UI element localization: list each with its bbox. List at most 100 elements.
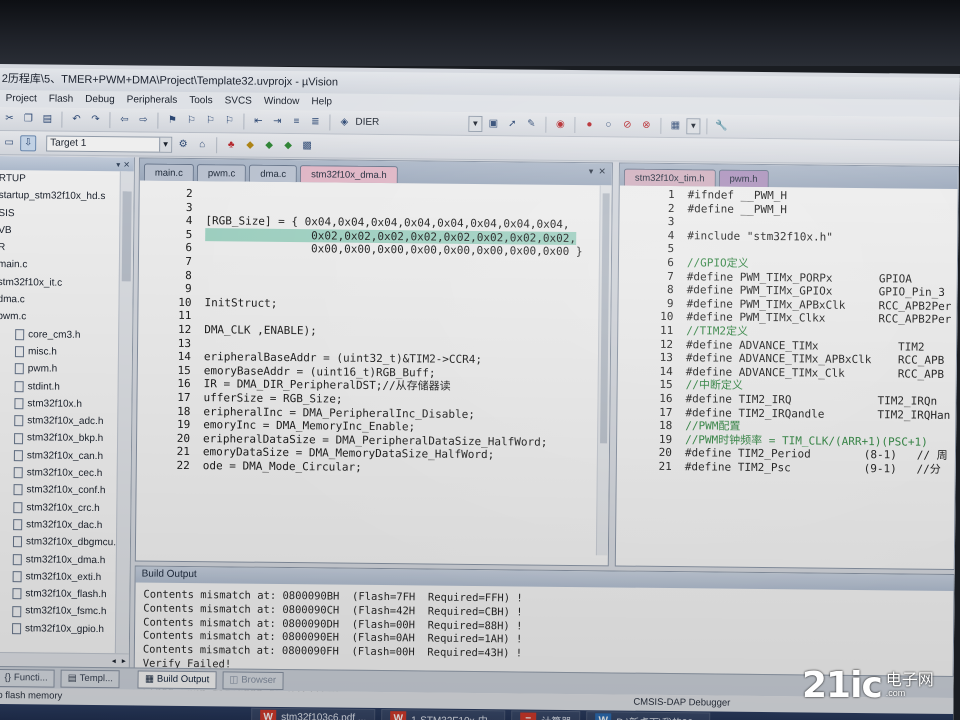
project-tree-item[interactable]: stm32f10x_gpio.h (0, 620, 129, 639)
scroll-right-icon[interactable]: ▸ (122, 656, 126, 665)
scroll-left-icon[interactable]: ◂ (112, 656, 116, 665)
cut-icon[interactable]: ✂ (1, 111, 17, 127)
project-tree-item[interactable]: pwm.h (0, 360, 132, 379)
code-line[interactable]: 21 #define TIM2_Psc (9-1) //分 (617, 459, 955, 476)
editor-tab[interactable]: stm32f10x_dma.h (300, 165, 398, 184)
uncomment-icon[interactable]: ≣ (307, 114, 323, 130)
project-tree-item[interactable]: startup_stm32f10x_hd.s (0, 187, 134, 206)
bookmark-prev-icon[interactable]: ⚐ (183, 112, 199, 128)
project-tree-item[interactable]: SIS (0, 205, 134, 224)
breakpoint-disable-icon[interactable]: ○ (600, 117, 616, 133)
editor-tab[interactable]: dma.c (249, 164, 298, 183)
project-tree-item[interactable]: R (0, 239, 133, 258)
undo-icon[interactable]: ↶ (68, 111, 84, 127)
tab-templates[interactable]: ▤ Templ... (60, 669, 121, 688)
options-for-target-icon[interactable]: ⚙ (175, 136, 191, 152)
project-tree-item[interactable]: stm32f10x_exti.h (0, 568, 130, 587)
pin-icon[interactable]: ▾ (116, 160, 120, 169)
project-tree-item[interactable]: stm32f10x_flash.h (0, 585, 130, 604)
window-layout-icon[interactable]: ▦ (667, 117, 683, 133)
breakpoint-icon[interactable]: ● (581, 117, 597, 133)
project-tree-item[interactable]: RTUP (0, 170, 134, 189)
project-tree-item[interactable]: stm32f10x_fsmc.h (0, 602, 129, 621)
unindent-icon[interactable]: ⇥ (269, 113, 285, 129)
menu-item[interactable]: Peripherals (121, 91, 184, 109)
project-tree-item[interactable]: stm32f10x_conf.h (0, 481, 131, 500)
indent-icon[interactable]: ⇤ (250, 113, 266, 129)
project-tree-item[interactable]: stm32f10x.h (0, 395, 132, 414)
taskbar-item[interactable]: Wstm32f103c6.pdf ... (251, 707, 376, 720)
menu-item[interactable]: Flash (43, 90, 80, 107)
paste-icon[interactable]: ▤ (39, 111, 55, 127)
project-tree-item[interactable]: pwm.c (0, 308, 132, 327)
bookmark-icon[interactable]: ⚑ (164, 112, 180, 128)
incremental-find-icon[interactable]: ➚ (504, 116, 520, 132)
editor-tab[interactable]: stm32f10x_tim.h (623, 168, 716, 187)
scroll-thumb[interactable] (121, 191, 132, 282)
load-icon[interactable]: ⇩ (20, 134, 37, 151)
taskbar-item[interactable]: = 计算器 (511, 710, 581, 720)
manage-components-icon[interactable]: ⌂ (194, 137, 210, 153)
project-tree-item[interactable]: stm32f10x_crc.h (0, 499, 130, 518)
target-select[interactable]: Target 1 ▼ (46, 134, 173, 153)
project-tree-item[interactable]: stm32f10x_dma.h (0, 551, 130, 570)
code-area[interactable]: 2 3 4 [RGB_Size] = { 0x04,0x04,0x04,0x04,0x… (137, 180, 612, 476)
project-tree-item[interactable]: stm32f10x_bkp.h (0, 429, 131, 448)
project-tree-item[interactable]: stm32f10x_dac.h (0, 516, 130, 535)
code-area[interactable]: 1 #ifndef __PWM_H 2 #define __PWM_H 3 4 #inclu… (617, 185, 958, 476)
configure-icon[interactable]: 🔧 (713, 118, 729, 134)
pack-installer-icon[interactable]: ◆ (261, 137, 277, 153)
comment-icon[interactable]: ≡ (288, 114, 304, 130)
nav-back-icon[interactable]: ⇦ (116, 112, 132, 128)
project-tree-item[interactable]: dma.c (0, 291, 133, 310)
software-packs-icon[interactable]: ▩ (299, 138, 315, 154)
breakpoint-kill-icon[interactable]: ⊘ (619, 117, 635, 133)
find-in-files-icon[interactable]: ◈ (336, 114, 352, 130)
project-tree-item[interactable]: stdint.h (0, 378, 132, 397)
editor-scrollbar[interactable] (595, 185, 612, 556)
scroll-thumb[interactable] (600, 193, 610, 444)
menu-item[interactable]: Help (305, 93, 338, 110)
tab-functions[interactable]: {} Functi... (0, 668, 55, 688)
editor-tab[interactable]: main.c (143, 163, 194, 182)
menu-item[interactable]: Project (0, 90, 43, 107)
project-tree-item[interactable]: VB (0, 222, 133, 241)
close-icon[interactable]: ✕ (123, 160, 130, 169)
manage-project-items-icon[interactable]: ♣ (223, 137, 239, 153)
chevron-down-icon[interactable]: ▾ (589, 166, 594, 177)
project-tree-item[interactable]: stm32f10x_it.c (0, 274, 133, 293)
project-tree-item[interactable]: stm32f10x_cec.h (0, 464, 131, 483)
project-tree-item[interactable]: main.c (0, 256, 133, 275)
redo-icon[interactable]: ↷ (87, 111, 103, 127)
taskbar-item[interactable]: W 1-STM32F10x-中... (381, 709, 506, 720)
project-tree-item[interactable]: stm32f10x_can.h (0, 447, 131, 466)
project-tree-item[interactable]: stm32f10x_dbgmcu.h (0, 533, 130, 552)
breakpoint-kill-all-icon[interactable]: ⊗ (638, 117, 654, 133)
run-time-env-icon[interactable]: ◆ (242, 137, 258, 153)
build-icon[interactable]: ▭ (1, 135, 17, 151)
menu-item[interactable]: Window (258, 93, 306, 110)
project-tree-item[interactable]: misc.h (0, 343, 132, 362)
bookmark-clear-icon[interactable]: ⚐ (221, 113, 237, 129)
find-icon[interactable]: ▣ (485, 116, 501, 132)
menu-item[interactable]: Tools (183, 92, 219, 109)
layout-dropdown[interactable]: ▼ (686, 117, 701, 134)
project-tree-item[interactable]: stm32f10x_adc.h (0, 412, 131, 431)
editor-tab[interactable]: pwm.c (196, 164, 247, 182)
debug-session-icon[interactable]: ◉ (552, 116, 568, 132)
tab-browser[interactable]: ◫ Browser (222, 670, 284, 690)
copy-icon[interactable]: ❐ (20, 111, 36, 127)
project-hscrollbar[interactable]: ◂ ▸ (0, 651, 130, 668)
taskbar-item[interactable]: W D:\新桌面\我的32... (586, 711, 711, 720)
find-dropdown[interactable]: ▼ (468, 115, 483, 132)
project-tree-item[interactable]: core_cm3.h (0, 326, 132, 345)
find-text[interactable]: DIER (355, 117, 465, 129)
select-pack-icon[interactable]: ◆ (280, 137, 296, 153)
menu-item[interactable]: Debug (79, 91, 121, 108)
insert-icon[interactable]: ✎ (523, 116, 539, 132)
nav-forward-icon[interactable]: ⇨ (135, 112, 151, 128)
editor-tab[interactable]: pwm.h (718, 169, 769, 188)
bookmark-next-icon[interactable]: ⚐ (202, 113, 218, 129)
tab-build-output[interactable]: ▦ Build Output (137, 669, 217, 689)
close-icon[interactable]: ✕ (598, 166, 606, 177)
